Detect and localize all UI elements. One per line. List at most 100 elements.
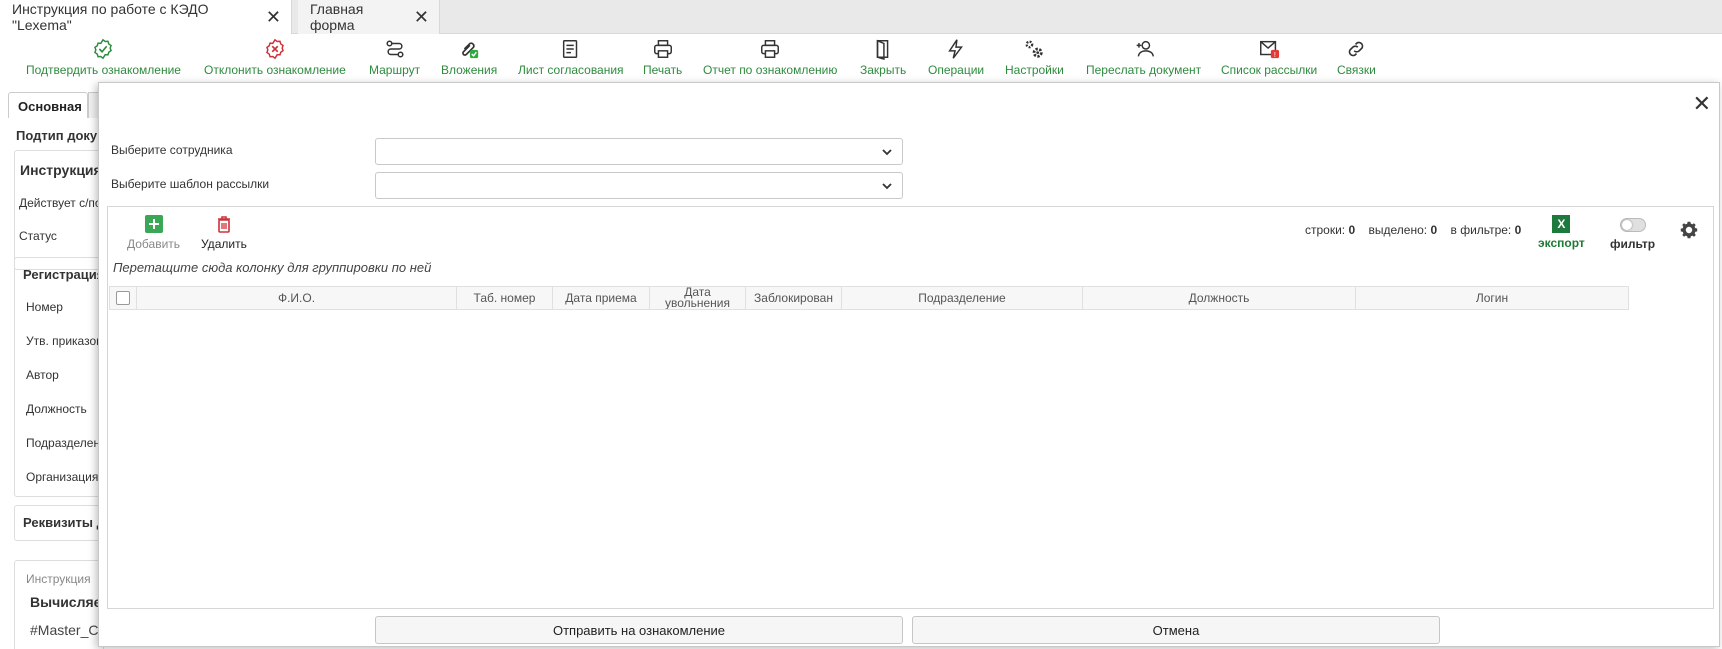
svg-text:!: ! bbox=[1274, 50, 1276, 59]
status-label: Статус bbox=[19, 229, 57, 243]
add-user-icon bbox=[1136, 40, 1154, 57]
check-badge-icon bbox=[94, 38, 113, 60]
column-header[interactable]: Таб. номер bbox=[457, 287, 553, 309]
column-header[interactable]: Ф.И.О. bbox=[137, 287, 457, 309]
select-all-cell bbox=[110, 287, 137, 309]
toggle-switch[interactable] bbox=[1619, 218, 1646, 232]
registration-title: Регистрация bbox=[23, 267, 105, 282]
button-label: Удалить bbox=[201, 237, 247, 251]
attachments-button[interactable]: Вложения bbox=[441, 38, 497, 77]
button-label: Связки bbox=[1337, 63, 1376, 77]
button-label: Отклонить ознакомление bbox=[204, 63, 346, 77]
delete-button[interactable]: Удалить bbox=[201, 215, 247, 251]
button-label: Добавить bbox=[127, 237, 181, 251]
toolbar: Подтвердить ознакомление Отклонить ознак… bbox=[0, 34, 1722, 82]
template-select[interactable] bbox=[375, 172, 903, 199]
column-header[interactable]: Должность bbox=[1083, 287, 1356, 309]
close-icon[interactable]: ✕ bbox=[266, 8, 281, 26]
selected-label: выделено: bbox=[1368, 223, 1428, 237]
document-tabbar: Инструкция по работе с КЭДО "Lexema" ✕ Г… bbox=[0, 0, 1722, 34]
requisites-title: Реквизиты д bbox=[23, 515, 105, 530]
approval-sheet-button[interactable]: Лист согласования bbox=[518, 38, 624, 77]
close-button[interactable]: Закрыть bbox=[860, 38, 906, 77]
document-list-icon bbox=[562, 40, 578, 58]
column-header[interactable]: Дата приема bbox=[553, 287, 650, 309]
route-button[interactable]: Маршрут bbox=[369, 38, 420, 77]
column-header[interactable]: Дата увольнения bbox=[650, 287, 746, 309]
chevron-down-icon bbox=[882, 149, 892, 156]
button-label: Закрыть bbox=[860, 63, 907, 77]
employee-select[interactable] bbox=[375, 138, 903, 165]
settings-button[interactable]: Настройки bbox=[1005, 38, 1064, 77]
column-header[interactable]: Подразделение bbox=[842, 287, 1083, 309]
gear-icon[interactable] bbox=[1678, 219, 1700, 241]
filtered-label: в фильтре: bbox=[1450, 223, 1512, 237]
mailing-modal: ✕ Выберите сотрудника Выберите шаблон ра… bbox=[98, 82, 1720, 647]
trash-icon bbox=[217, 216, 230, 233]
acquaintance-report-button[interactable]: Отчет по ознакомлению bbox=[703, 38, 837, 77]
reject-acquaintance-button[interactable]: Отклонить ознакомление bbox=[204, 38, 346, 77]
approved-by-label: Утв. приказом bbox=[26, 334, 105, 348]
column-header[interactable]: Логин bbox=[1356, 287, 1628, 309]
confirm-acquaintance-button[interactable]: Подтвердить ознакомление bbox=[26, 38, 181, 77]
printer-icon bbox=[761, 40, 780, 58]
button-label: экспорт bbox=[1538, 236, 1585, 250]
selected-count: 0 bbox=[1430, 223, 1438, 237]
instruction-title: Инструкция bbox=[20, 162, 102, 178]
rows-count: 0 bbox=[1348, 223, 1356, 237]
button-label: Операции bbox=[928, 63, 985, 77]
instruction-label: Инструкция bbox=[26, 572, 91, 586]
mailing-list-button[interactable]: ! Список рассылки bbox=[1221, 38, 1317, 77]
filtered-count: 0 bbox=[1514, 223, 1522, 237]
department-label: Подразделен bbox=[26, 436, 101, 450]
gears-icon bbox=[1025, 40, 1044, 58]
filter-toggle[interactable]: фильтр bbox=[1610, 215, 1655, 251]
close-icon[interactable]: ✕ bbox=[414, 8, 429, 26]
export-button[interactable]: X экспорт bbox=[1538, 215, 1585, 250]
link-icon bbox=[1349, 41, 1364, 57]
grid-header: Ф.И.О. Таб. номер Дата приема Дата уволь… bbox=[109, 286, 1629, 310]
button-label: Вложения bbox=[441, 63, 498, 77]
close-icon[interactable]: ✕ bbox=[1693, 93, 1711, 115]
author-label: Автор bbox=[26, 368, 59, 382]
paperclip-icon bbox=[462, 42, 479, 59]
mail-list-icon: ! bbox=[1260, 40, 1280, 59]
door-icon bbox=[876, 39, 889, 60]
master-label: #Master_C bbox=[30, 622, 99, 638]
employee-label: Выберите сотрудника bbox=[111, 143, 233, 157]
number-label: Номер bbox=[26, 300, 63, 314]
employees-grid-panel: Добавить Удалить строки: 0 выделено: 0 в… bbox=[107, 206, 1714, 609]
select-all-checkbox[interactable] bbox=[116, 291, 130, 305]
tab-main-form[interactable]: Главная форма ✕ bbox=[298, 0, 440, 34]
grid-stats: строки: 0 выделено: 0 в фильтре: 0 bbox=[1305, 223, 1531, 237]
button-label: Лист согласования bbox=[518, 63, 624, 77]
column-header[interactable]: Заблокирован bbox=[746, 287, 842, 309]
button-label: Список рассылки bbox=[1221, 63, 1318, 77]
template-label: Выберите шаблон рассылки bbox=[111, 177, 270, 191]
operations-button[interactable]: Операции bbox=[928, 38, 984, 77]
x-badge-icon bbox=[265, 38, 284, 60]
cancel-button[interactable]: Отмена bbox=[912, 616, 1440, 644]
send-button[interactable]: Отправить на ознакомление bbox=[375, 616, 903, 644]
tab-label: Инструкция по работе с КЭДО "Lexema" bbox=[12, 1, 209, 33]
tab-main[interactable]: Основная bbox=[8, 92, 88, 118]
print-button[interactable]: Печать bbox=[643, 38, 682, 77]
chevron-down-icon bbox=[882, 183, 892, 190]
rows-label: строки: bbox=[1305, 223, 1346, 237]
subtype-label: Подтип доку bbox=[16, 128, 98, 143]
tab-label: Главная форма bbox=[310, 1, 364, 33]
route-icon bbox=[386, 40, 404, 58]
button-label: Отчет по ознакомлению bbox=[703, 63, 838, 77]
forward-document-button[interactable]: Переслать документ bbox=[1086, 38, 1201, 77]
button-label: Переслать документ bbox=[1086, 63, 1202, 77]
button-label: Печать bbox=[643, 63, 683, 77]
add-button[interactable]: Добавить bbox=[127, 215, 180, 251]
links-button[interactable]: Связки bbox=[1337, 38, 1376, 77]
printer-icon bbox=[653, 40, 672, 58]
tab-instruction[interactable]: Инструкция по работе с КЭДО "Lexema" ✕ bbox=[0, 0, 292, 34]
plus-icon bbox=[144, 215, 163, 233]
group-hint: Перетащите сюда колонку для группировки … bbox=[113, 260, 432, 275]
excel-icon: X bbox=[1552, 215, 1571, 233]
computed-label: Вычисляе bbox=[30, 594, 102, 610]
filter-label: фильтр bbox=[1610, 237, 1656, 251]
